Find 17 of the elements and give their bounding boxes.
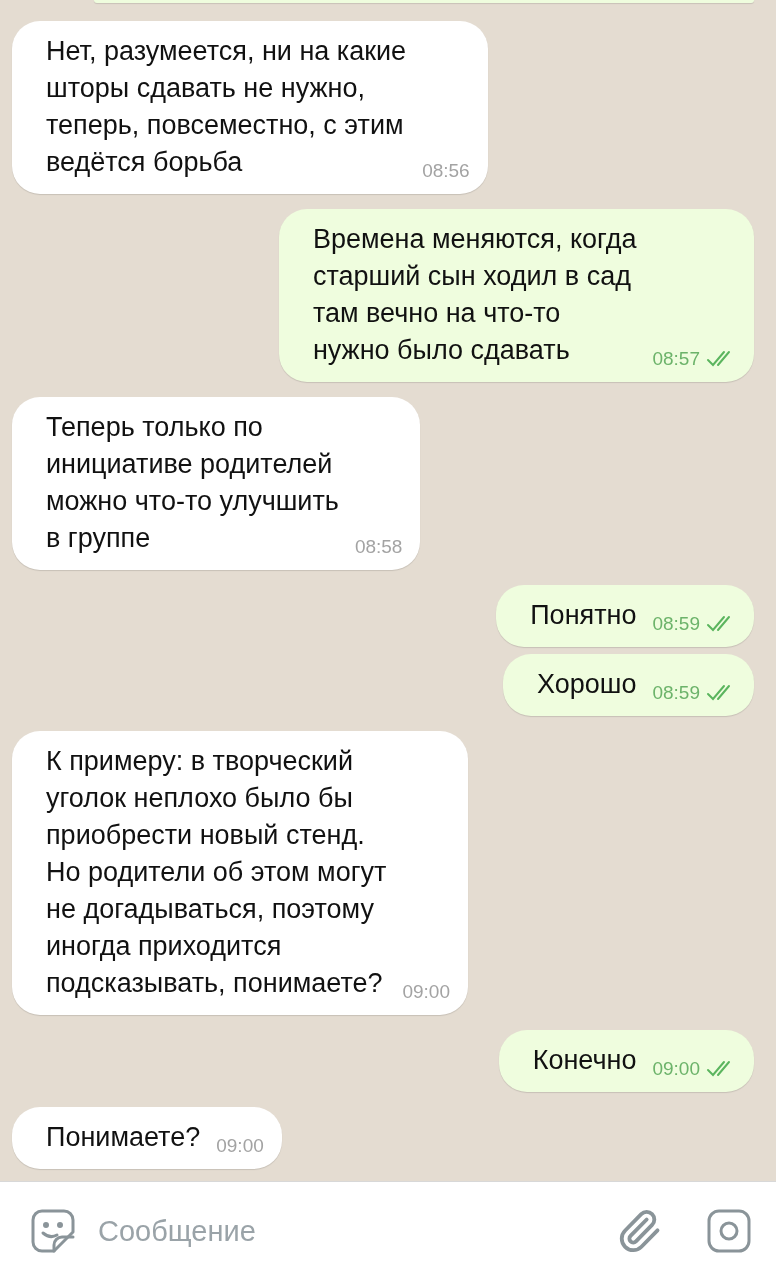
message-time: 08:59 bbox=[652, 612, 700, 636]
message-text: Понятно bbox=[530, 599, 637, 632]
message-time: 08:57 bbox=[652, 347, 700, 371]
message-text: Конечно bbox=[532, 1044, 637, 1077]
message-time: 09:00 bbox=[652, 1057, 700, 1081]
message-text: Нет, разумеется, ни на какие шторы сдавать не нужно, теперь, повсеместно, с этим ведётся борьба bbox=[46, 35, 407, 179]
message-time: 08:56 bbox=[422, 159, 470, 183]
message-time: 08:59 bbox=[652, 681, 700, 705]
message-text: Хорошо bbox=[537, 668, 637, 701]
message-text: Времена меняются, когда старший сын ходил в сад там вечно на что-то нужно было сдавать bbox=[312, 223, 637, 367]
message-text: Теперь только по инициативе родителей можно что-то улучшить в группе bbox=[46, 411, 339, 555]
message-text: К примеру: в творческий уголок неплохо было бы приобрести новый стенд. Но родители об этом могут не догадываться, поэтому иногда приходится подсказывать, понимаете? bbox=[46, 745, 387, 1000]
message-time: 09:00 bbox=[402, 980, 450, 1004]
message-time: 08:58 bbox=[354, 535, 403, 559]
message-text: Понимаете? bbox=[46, 1121, 201, 1154]
message-time: 09:00 bbox=[216, 1134, 264, 1158]
message-input[interactable]: Сообщение bbox=[96, 1213, 596, 1249]
